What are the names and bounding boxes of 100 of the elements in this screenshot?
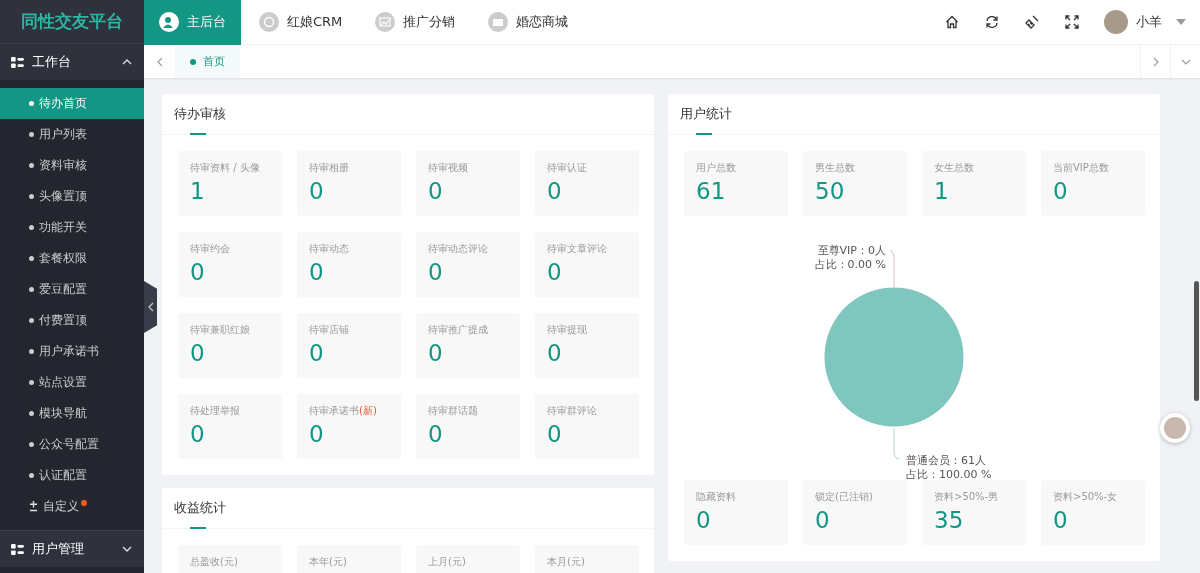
stat-label: 待处理举报 <box>190 404 241 418</box>
stat-label: 用户总数 <box>696 161 737 175</box>
stat-tile[interactable]: 用户总数 61 <box>684 151 788 216</box>
sidebar-item[interactable]: 爱豆配置 <box>0 274 144 305</box>
stat-tile[interactable]: 上月(元) <box>416 545 520 573</box>
menu-group[interactable]: 用户管理 <box>0 530 144 567</box>
chevron-right-icon <box>1152 56 1159 67</box>
stat-tile[interactable]: 待审文章评论 0 <box>535 232 639 297</box>
bullet-icon <box>29 411 34 416</box>
stat-tile[interactable]: 待审推广提成 0 <box>416 313 520 378</box>
scrollbar[interactable] <box>1194 281 1199 401</box>
stat-tile[interactable]: 待审群评论 0 <box>535 394 639 459</box>
stat-value: 0 <box>309 260 325 286</box>
sidebar-item[interactable]: 功能开关 <box>0 212 144 243</box>
bullet-icon <box>29 473 34 478</box>
top-nav-tab[interactable]: 红娘CRM <box>244 0 358 45</box>
stat-tile[interactable]: 待审动态评论 0 <box>416 232 520 297</box>
leader-line <box>889 249 895 288</box>
sidebar-item[interactable]: 公众号配置 <box>0 429 144 460</box>
stat-tile[interactable]: 总盈收(元) <box>178 545 282 573</box>
stat-tile[interactable]: 锁定(已注销) 0 <box>803 480 907 545</box>
users-icon <box>163 16 175 28</box>
stat-label: 待审推广提成 <box>428 323 489 337</box>
store-icon <box>492 16 505 28</box>
stat-value: 1 <box>190 179 206 205</box>
page-tab[interactable]: 首页 <box>175 45 240 78</box>
bullet-icon <box>29 132 34 137</box>
sidebar-item[interactable]: 模块导航 <box>0 398 144 429</box>
stat-value: 0 <box>1053 179 1069 205</box>
sidebar-item[interactable]: 套餐权限 <box>0 243 144 274</box>
stat-tile[interactable]: 待审约会 0 <box>178 232 282 297</box>
sidebar-item[interactable]: 自定义 <box>0 491 144 522</box>
stat-label: 上月(元) <box>428 555 467 569</box>
user-name[interactable]: 小羊 <box>1136 13 1162 31</box>
stat-value: 1 <box>934 179 950 205</box>
sidebar-item[interactable]: 资料审核 <box>0 150 144 181</box>
stat-label: 待审承诺书(新) <box>309 404 378 418</box>
menu-group[interactable]: 工作台 <box>0 43 144 80</box>
stat-value: 35 <box>934 508 965 534</box>
stat-tile[interactable]: 女生总数 1 <box>922 151 1026 216</box>
stat-tile[interactable]: 待审动态 0 <box>297 232 401 297</box>
sidebar-item[interactable]: 付费置顶 <box>0 305 144 336</box>
bullet-icon <box>29 349 34 354</box>
sidebar-item[interactable]: 用户列表 <box>0 119 144 150</box>
card-title: 待办审核 <box>174 105 226 123</box>
stat-value: 50 <box>815 179 846 205</box>
bullet-icon <box>29 194 34 199</box>
stat-label: 本年(元) <box>309 555 348 569</box>
stat-tile[interactable]: 男生总数 50 <box>803 151 907 216</box>
stat-tile[interactable]: 待处理举报 0 <box>178 394 282 459</box>
stat-tile[interactable]: 待审承诺书(新) 0 <box>297 394 401 459</box>
stat-tile[interactable]: 待审兼职红娘 0 <box>178 313 282 378</box>
stat-value: 61 <box>696 179 727 205</box>
menu-group-label: 工作台 <box>32 53 72 71</box>
stat-tile[interactable]: 资料>50%-男 35 <box>922 480 1026 545</box>
sidebar-item[interactable]: 认证配置 <box>0 460 144 491</box>
chevron-down-icon <box>122 546 132 552</box>
top-nav-tab[interactable]: 婚恋商城 <box>473 0 584 45</box>
stat-label: 待审认证 <box>547 161 588 175</box>
stat-tile[interactable]: 待审提现 0 <box>535 313 639 378</box>
stat-tile[interactable]: 待审店铺 0 <box>297 313 401 378</box>
chevron-down-icon <box>1180 58 1191 65</box>
stat-value: 0 <box>815 508 831 534</box>
bullet-icon <box>29 225 34 230</box>
top-nav-tab[interactable]: 主后台 <box>144 0 241 45</box>
stat-tile[interactable]: 资料>50%-女 0 <box>1041 480 1145 545</box>
stat-tile[interactable]: 待审资料 / 头像 1 <box>178 151 282 216</box>
stat-value: 0 <box>547 422 563 448</box>
sidebar-item[interactable]: 站点设置 <box>0 367 144 398</box>
stat-label: 隐藏资料 <box>696 490 737 504</box>
stat-tile[interactable]: 本月(元) <box>535 545 639 573</box>
grid-list-icon <box>11 56 24 68</box>
stat-label: 待审群话题 <box>428 404 479 418</box>
card-title: 收益统计 <box>174 499 226 517</box>
stat-tile[interactable]: 待审认证 0 <box>535 151 639 216</box>
sidebar-item[interactable]: 用户承诺书 <box>0 336 144 367</box>
stat-tile[interactable]: 本年(元) <box>297 545 401 573</box>
stat-label: 待审视频 <box>428 161 469 175</box>
stat-value: 0 <box>428 260 444 286</box>
stat-value: 0 <box>309 422 325 448</box>
pie-label: 至尊VIP：0人 占比：0.00 % <box>814 244 886 271</box>
stat-tile[interactable]: 待审群话题 0 <box>416 394 520 459</box>
chevron-up-icon <box>122 59 132 65</box>
sidebar-item[interactable]: 待办首页 <box>0 88 144 119</box>
stat-tile[interactable]: 待审视频 0 <box>416 151 520 216</box>
stat-tile[interactable]: 待审相册 0 <box>297 151 401 216</box>
top-nav-tab[interactable]: 推广分销 <box>360 0 471 45</box>
avatar[interactable] <box>1104 10 1128 34</box>
stat-label: 本月(元) <box>547 555 586 569</box>
stat-tile[interactable]: 当前VIP总数 0 <box>1041 151 1145 216</box>
stat-value: 0 <box>428 422 444 448</box>
stat-value: 0 <box>309 179 325 205</box>
stat-tile[interactable]: 隐藏资料 0 <box>684 480 788 545</box>
sidebar-item[interactable]: 头像置顶 <box>0 181 144 212</box>
stat-value: 0 <box>190 422 206 448</box>
stat-label: 锁定(已注销) <box>815 490 874 504</box>
stat-value: 0 <box>696 508 712 534</box>
caret-down-icon[interactable] <box>1176 19 1186 25</box>
stat-label: 待审文章评论 <box>547 242 608 256</box>
stat-label: 待审约会 <box>190 242 231 256</box>
